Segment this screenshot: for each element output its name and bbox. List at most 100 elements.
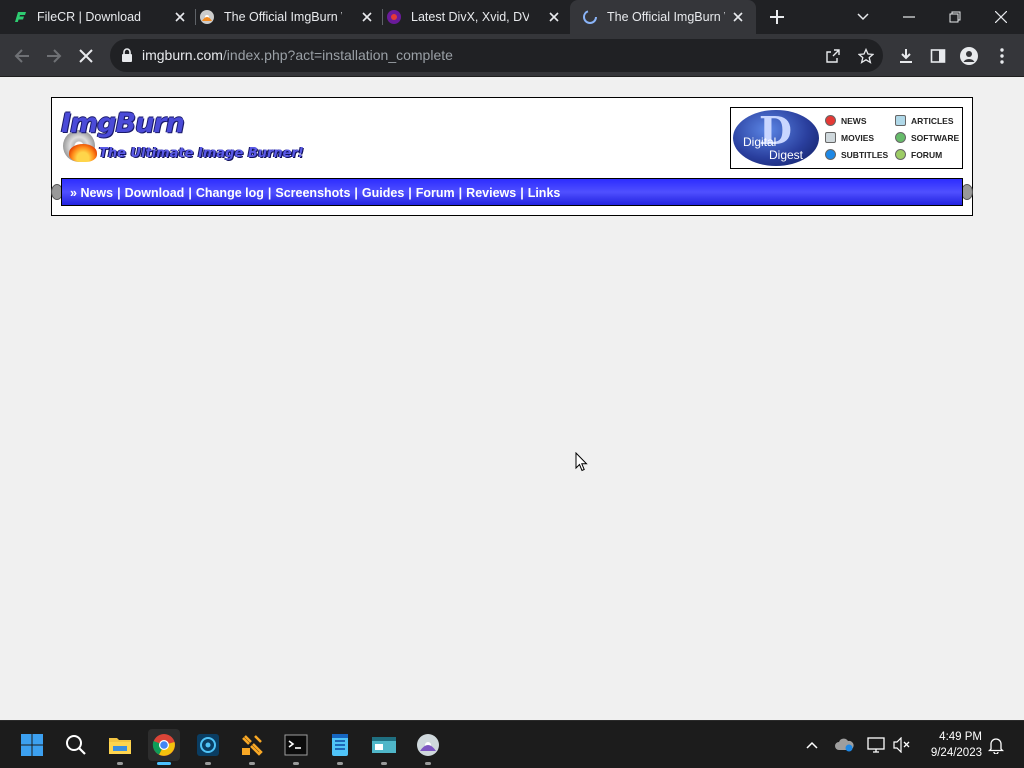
- side-panel-icon[interactable]: [925, 43, 951, 69]
- back-button[interactable]: [9, 43, 35, 69]
- main-nav-bar: » News | Download | Change log | Screenshots | G…: [61, 178, 963, 206]
- terminal-icon[interactable]: [280, 729, 312, 765]
- divx-favicon-icon: [386, 9, 402, 25]
- dd-link-label: SOFTWARE: [911, 132, 960, 143]
- nav-link-news[interactable]: News: [80, 186, 113, 200]
- tab-title: Latest DivX, Xvid, DVD,: [411, 10, 529, 24]
- imgburn-logo[interactable]: ImgBurn The Ultimate Image Burner!: [61, 108, 306, 168]
- minimize-button[interactable]: [886, 0, 932, 34]
- nav-link-forum[interactable]: Forum: [416, 186, 455, 200]
- web-page: ImgBurn The Ultimate Image Burner! D Dig…: [0, 77, 1024, 720]
- url-path: /index.php?act=installation_complete: [222, 47, 453, 63]
- app-tools-icon[interactable]: [236, 729, 268, 765]
- close-tab-icon[interactable]: [359, 9, 375, 25]
- stop-loading-button[interactable]: [73, 43, 99, 69]
- dd-logo-line2: Digest: [769, 148, 804, 162]
- nav-prefix: »: [70, 186, 77, 200]
- chrome-taskbar-icon[interactable]: [148, 729, 180, 765]
- dd-link-news[interactable]: NEWS: [825, 115, 867, 126]
- menu-kebab-icon[interactable]: [989, 43, 1015, 69]
- close-tab-icon[interactable]: [172, 9, 188, 25]
- running-indicator: [117, 762, 123, 765]
- tab-separator: [195, 9, 196, 25]
- software-icon: [895, 132, 906, 143]
- profile-avatar-icon[interactable]: [956, 43, 982, 69]
- nav-link-guides[interactable]: Guides: [362, 186, 404, 200]
- dd-link-label: NEWS: [841, 115, 867, 126]
- nav-link-download[interactable]: Download: [125, 186, 185, 200]
- forward-button[interactable]: [41, 43, 67, 69]
- tab-strip: FileCR | Download The Official ImgBurn W…: [0, 0, 1024, 34]
- dd-link-label: SUBTITLES: [841, 149, 889, 160]
- running-indicator: [425, 762, 431, 765]
- news-icon: [825, 115, 836, 126]
- nav-link-reviews[interactable]: Reviews: [466, 186, 516, 200]
- url-text[interactable]: imgburn.com/index.php?act=installation_c…: [142, 47, 453, 63]
- running-indicator: [337, 762, 343, 765]
- show-hidden-icons-chevron-icon[interactable]: [802, 735, 822, 755]
- browser-toolbar: imgburn.com/index.php?act=installation_c…: [0, 34, 1024, 77]
- lock-icon[interactable]: [121, 48, 133, 67]
- clock-time: 4:49 PM: [939, 731, 982, 743]
- tab-imgburn-active[interactable]: The Official ImgBurn W: [570, 0, 756, 34]
- imgburn-taskbar-icon[interactable]: [412, 729, 444, 765]
- bookmark-star-icon[interactable]: [855, 45, 877, 67]
- logo-tagline: The Ultimate Image Burner!: [99, 146, 304, 161]
- digital-digest-banner[interactable]: D Digital Digest NEWS ARTICLES MOVIES SO…: [730, 107, 963, 169]
- windows-taskbar: 4:49 PM 9/24/2023: [0, 720, 1024, 768]
- flame-icon: [69, 144, 97, 162]
- close-window-button[interactable]: [978, 0, 1024, 34]
- dd-link-movies[interactable]: MOVIES: [825, 132, 874, 143]
- running-indicator: [293, 762, 299, 765]
- clock-date: 9/24/2023: [930, 747, 982, 759]
- share-icon[interactable]: [822, 45, 844, 67]
- new-tab-button[interactable]: [767, 7, 787, 27]
- forum-icon: [895, 149, 906, 160]
- running-indicator: [249, 762, 255, 765]
- close-tab-icon[interactable]: [730, 9, 746, 25]
- url-host: imgburn.com: [142, 47, 223, 63]
- nav-link-screenshots[interactable]: Screenshots: [275, 186, 350, 200]
- tab-search-button[interactable]: [840, 0, 886, 34]
- app-window-icon[interactable]: [368, 729, 400, 765]
- downloads-icon[interactable]: [893, 43, 919, 69]
- close-tab-icon[interactable]: [546, 9, 562, 25]
- file-explorer-icon[interactable]: [104, 729, 136, 765]
- notification-bell-icon[interactable]: [986, 735, 1006, 755]
- subtitles-icon: [825, 149, 836, 160]
- dd-link-articles[interactable]: ARTICLES: [895, 115, 954, 126]
- dd-link-label: MOVIES: [841, 132, 875, 143]
- app-dark-blue-icon[interactable]: [192, 729, 224, 765]
- tab-filecr[interactable]: FileCR | Download: [12, 0, 194, 34]
- dd-link-label: FORUM: [911, 149, 943, 160]
- movies-icon: [825, 132, 836, 143]
- onedrive-cloud-icon[interactable]: [834, 735, 854, 755]
- dd-link-software[interactable]: SOFTWARE: [895, 132, 959, 143]
- dd-link-forum[interactable]: FORUM: [895, 149, 942, 160]
- system-clock[interactable]: 4:49 PM 9/24/2023: [918, 729, 982, 761]
- restore-button[interactable]: [932, 0, 978, 34]
- tab-separator: [382, 9, 383, 25]
- tab-title: The Official ImgBurn W: [607, 10, 725, 24]
- nav-link-change-log[interactable]: Change log: [196, 186, 264, 200]
- digital-digest-logo[interactable]: D Digital Digest: [733, 108, 819, 166]
- search-icon[interactable]: [60, 729, 92, 761]
- loading-spinner-icon: [582, 9, 598, 25]
- dd-link-subtitles[interactable]: SUBTITLES: [825, 149, 888, 160]
- nav-link-links[interactable]: Links: [528, 186, 561, 200]
- tab-imgburn-1[interactable]: The Official ImgBurn W: [199, 0, 381, 34]
- network-icon[interactable]: [866, 735, 886, 755]
- notepad-icon[interactable]: [324, 729, 356, 765]
- tab-divx[interactable]: Latest DivX, Xvid, DVD,: [386, 0, 568, 34]
- logo-title: ImgBurn: [61, 108, 185, 139]
- articles-icon: [895, 115, 906, 126]
- site-header: ImgBurn The Ultimate Image Burner! D Dig…: [51, 97, 973, 216]
- nav-links: » News | Download | Change log | Screenshots | G…: [70, 186, 561, 200]
- imgburn-favicon-icon: [199, 9, 215, 25]
- mouse-cursor-icon: [575, 451, 588, 477]
- start-button[interactable]: [16, 729, 48, 761]
- dd-link-label: ARTICLES: [911, 115, 954, 126]
- address-bar[interactable]: imgburn.com/index.php?act=installation_c…: [110, 39, 883, 72]
- volume-muted-icon[interactable]: [892, 735, 912, 755]
- running-indicator: [205, 762, 211, 765]
